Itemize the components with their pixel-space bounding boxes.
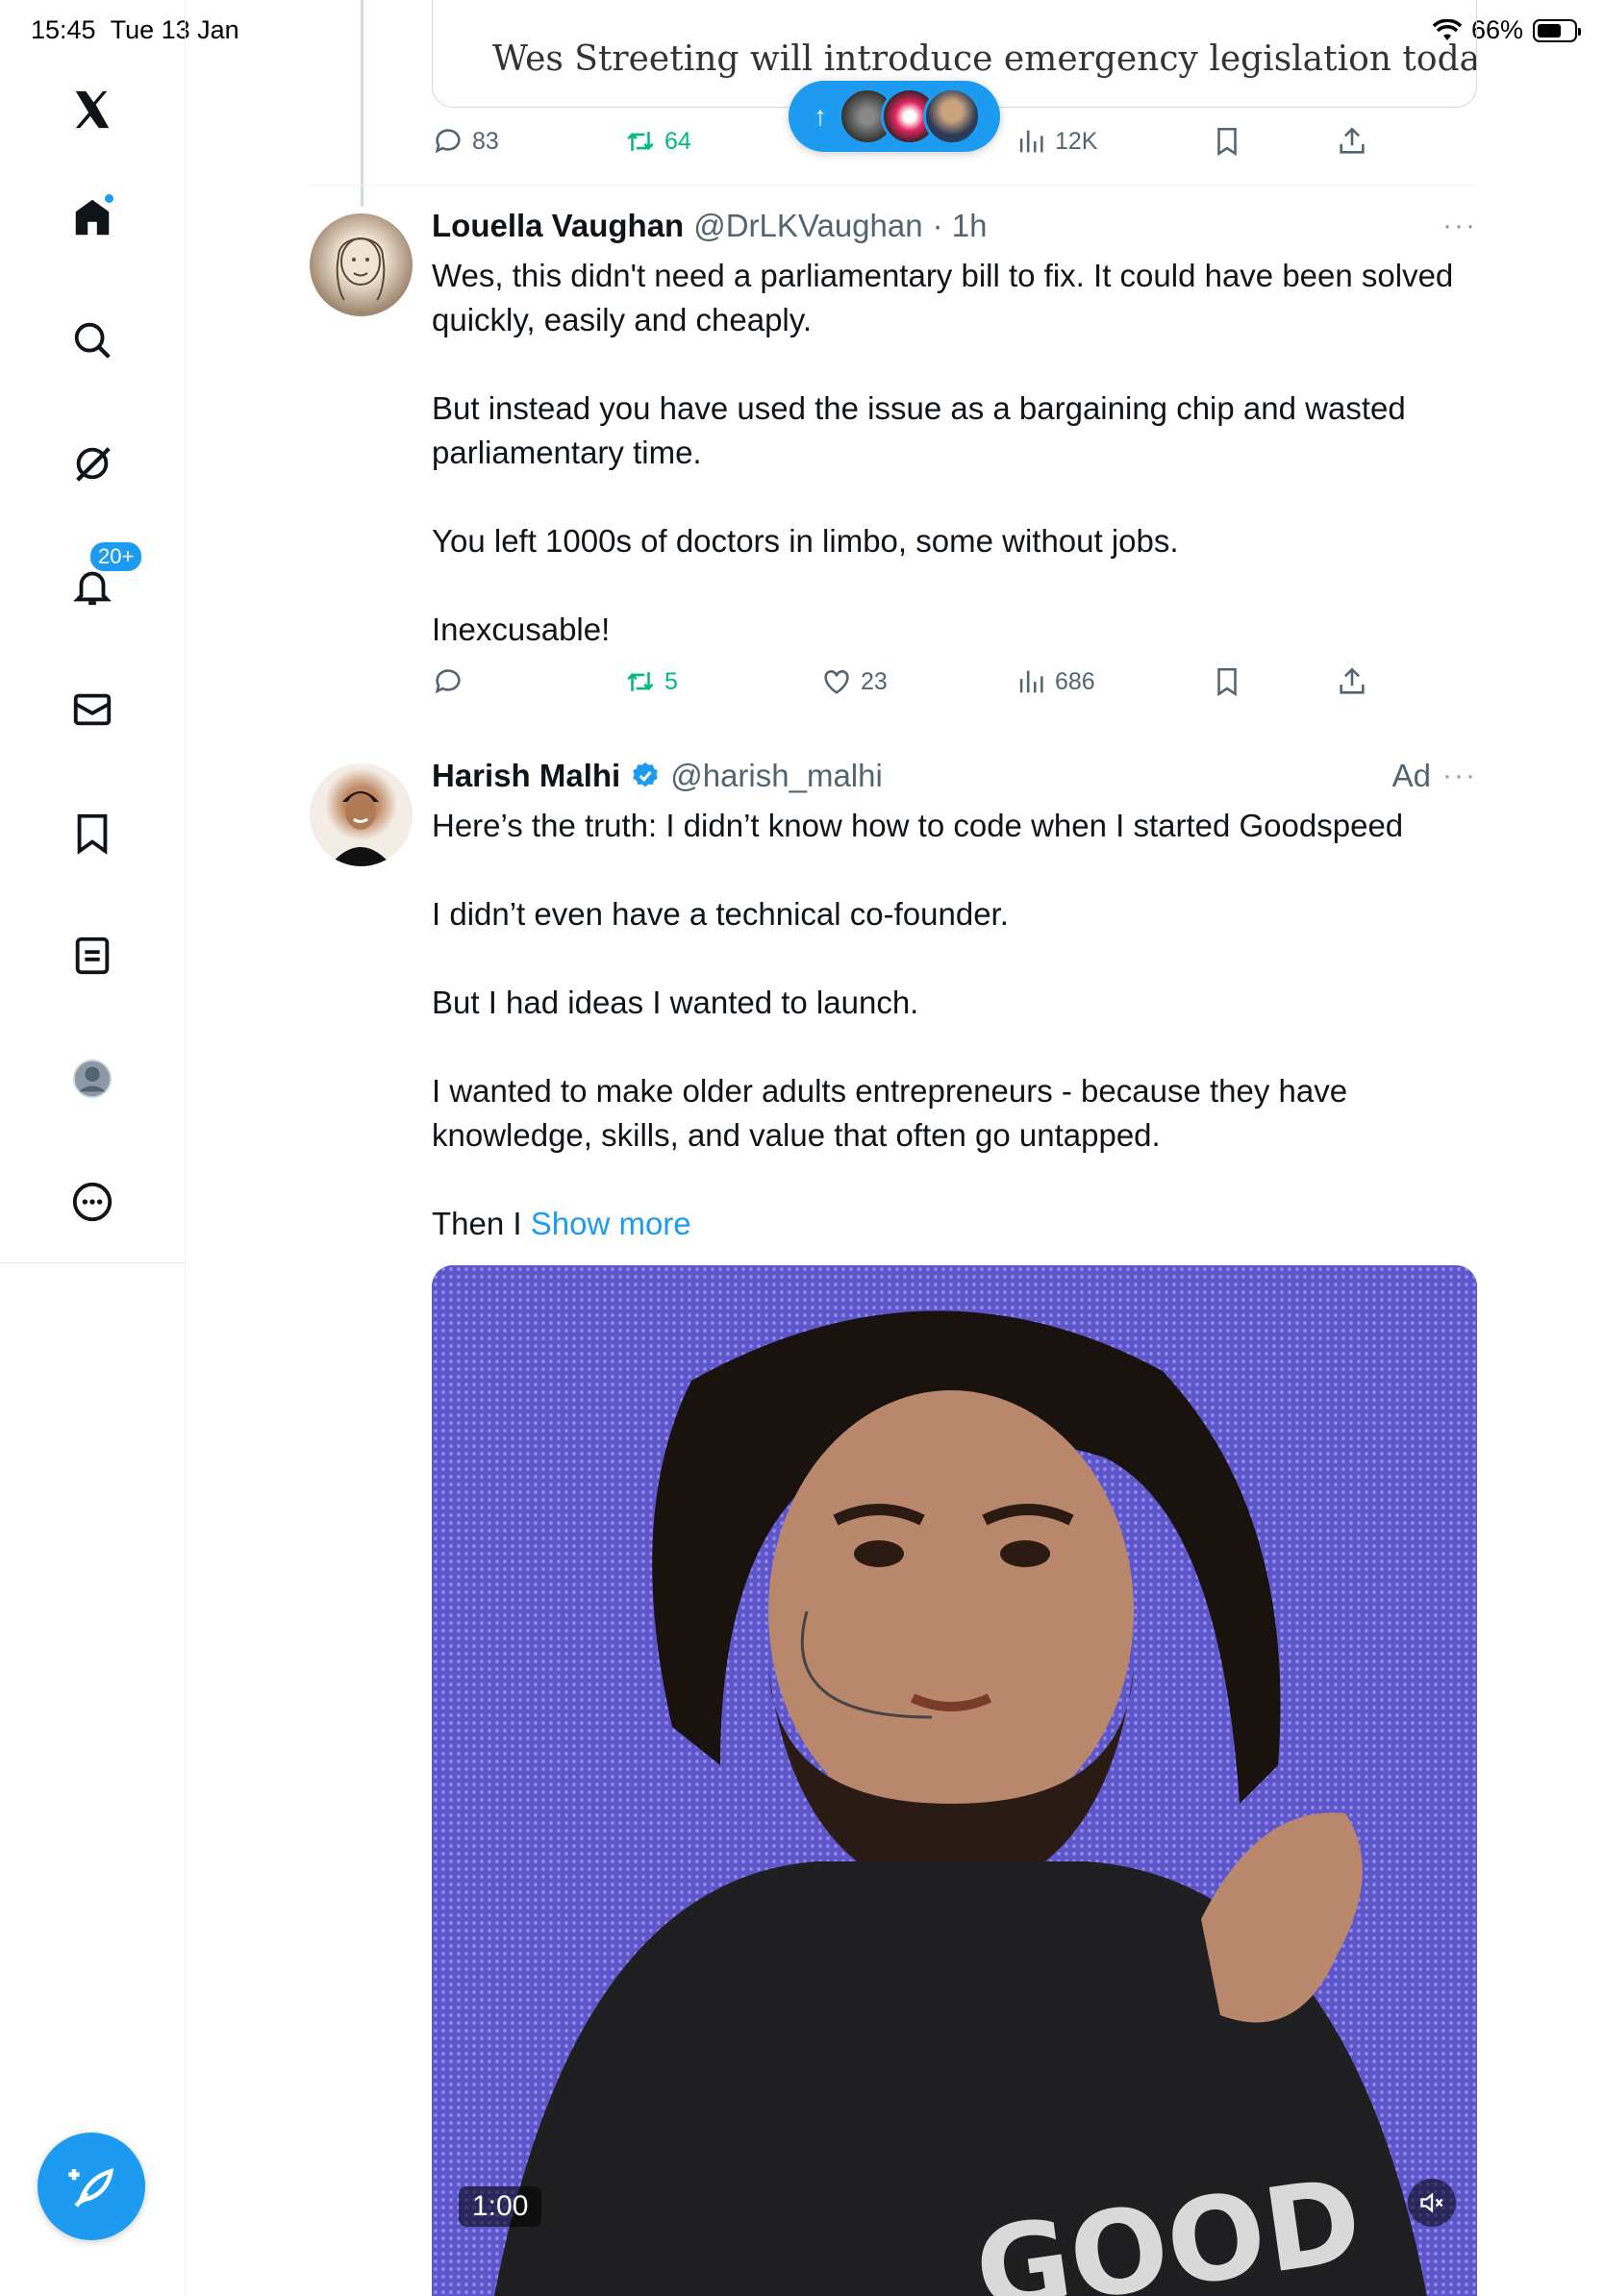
compose-feather-icon [68,2168,113,2208]
mute-button[interactable] [1408,2179,1456,2227]
author-handle[interactable]: @harish_malhi [670,758,883,794]
repost-count: 64 [664,127,691,155]
repost-button[interactable]: 5 [624,665,678,698]
nav-messages[interactable] [63,681,121,738]
pill-avatar [923,87,981,145]
tweet-paragraph: I didn’t even have a technical co-founde… [432,896,1009,932]
tweet-header: Harish Malhi @harish_malhi [432,758,883,794]
home-notification-dot [103,192,115,205]
bookmark-icon [77,813,108,855]
nav-explore[interactable] [63,312,121,369]
views-count: 686 [1055,667,1095,695]
author-name[interactable]: Harish Malhi [432,758,620,794]
views-button[interactable]: 686 [1015,665,1095,698]
views-count: 12K [1055,127,1098,155]
tweet-divider [310,185,1477,186]
list-icon [75,936,110,975]
tweet-text: Wes, this didn't need a parliamentary bi… [432,254,1480,652]
repost-icon [627,672,654,691]
avatar[interactable] [310,213,413,316]
share-button[interactable] [1336,125,1368,158]
new-posts-pill[interactable]: ↑ [789,81,1000,152]
tweet-paragraph: But I had ideas I wanted to launch. [432,985,919,1020]
battery-percent: 66% [1470,15,1523,44]
mail-icon [73,693,112,726]
tweet-paragraph: Inexcusable! [432,611,611,647]
reply-count: 83 [472,127,499,155]
bookmark-button[interactable] [1211,125,1243,158]
share-button[interactable] [1336,665,1368,698]
nav-bookmarks[interactable] [63,804,121,861]
more-options-icon[interactable]: ··· [1442,760,1477,792]
tweet-paragraph: You left 1000s of doctors in limbo, some… [432,523,1179,559]
reply-button[interactable] [432,665,464,698]
tweet-header: Louella Vaughan @DrLKVaughan · 1h [432,208,987,244]
nav-profile[interactable] [63,1050,121,1108]
x-logo-icon[interactable] [63,81,121,138]
like-count: 23 [861,667,888,695]
tweet-text: Here’s the truth: I didn’t know how to c… [432,804,1480,1246]
tweet-paragraph: I wanted to make older adults entreprene… [432,1073,1348,1153]
tweet-time[interactable]: · 1h [933,208,988,244]
reply-icon [435,129,461,154]
repost-icon [627,132,654,151]
reply-icon [435,669,461,694]
battery-icon [1533,18,1581,42]
nav-more[interactable] [63,1173,121,1231]
bookmark-icon [1217,667,1237,697]
nav-home[interactable] [63,188,121,246]
nav-separator [0,1262,186,1263]
video-player[interactable]: GOOD 1:00 [432,1265,1477,2296]
author-name[interactable]: Louella Vaughan [432,208,684,244]
ad-label: Ad [1391,758,1431,793]
muted-speaker-icon [1420,2192,1443,2213]
profile-icon [72,1059,113,1099]
grok-icon [76,447,111,482]
tweet-truncated-line: Then I Show more [432,1202,1480,1246]
tweet-actions: 5 23 686 [432,665,1393,708]
like-button[interactable]: 23 [820,665,888,698]
tweet-truncated-text: Then I [432,1206,531,1241]
share-icon [1340,127,1365,154]
verified-badge-icon [633,762,659,787]
nav-grok[interactable] [63,435,121,492]
thread-line [361,0,363,207]
avatar[interactable] [310,763,413,866]
bookmark-icon [1217,127,1237,157]
search-icon [74,322,111,359]
show-more-link[interactable]: Show more [531,1206,691,1241]
side-nav: 20+ [0,0,186,2296]
video-frame: GOOD [432,1265,1477,2296]
repost-button[interactable]: 64 [624,125,691,158]
views-icon [1019,670,1043,693]
nav-notifications[interactable]: 20+ [63,540,144,615]
quoted-post-text: Wes Streeting will introduce emergency l… [492,39,1477,79]
reply-button[interactable]: 83 [432,125,499,158]
author-handle[interactable]: @DrLKVaughan [693,208,922,244]
share-icon [1340,667,1365,694]
more-options-icon[interactable]: ··· [1442,210,1477,242]
notification-badge: 20+ [88,540,144,573]
bookmark-button[interactable] [1211,665,1243,698]
heart-icon [824,670,849,694]
video-duration: 1:00 [459,2186,542,2227]
repost-count: 5 [664,667,678,695]
tweet-paragraph: Here’s the truth: I didn’t know how to c… [432,808,1404,843]
views-button[interactable]: 12K [1015,125,1097,158]
views-icon [1019,130,1043,153]
nav-lists[interactable] [63,927,121,985]
tweet-paragraph: But instead you have used the issue as a… [432,390,1406,470]
more-circle-icon [72,1182,113,1222]
arrow-up-icon: ↑ [814,101,827,131]
compose-button[interactable] [38,2133,145,2240]
tweet-paragraph: Wes, this didn't need a parliamentary bi… [432,258,1454,337]
